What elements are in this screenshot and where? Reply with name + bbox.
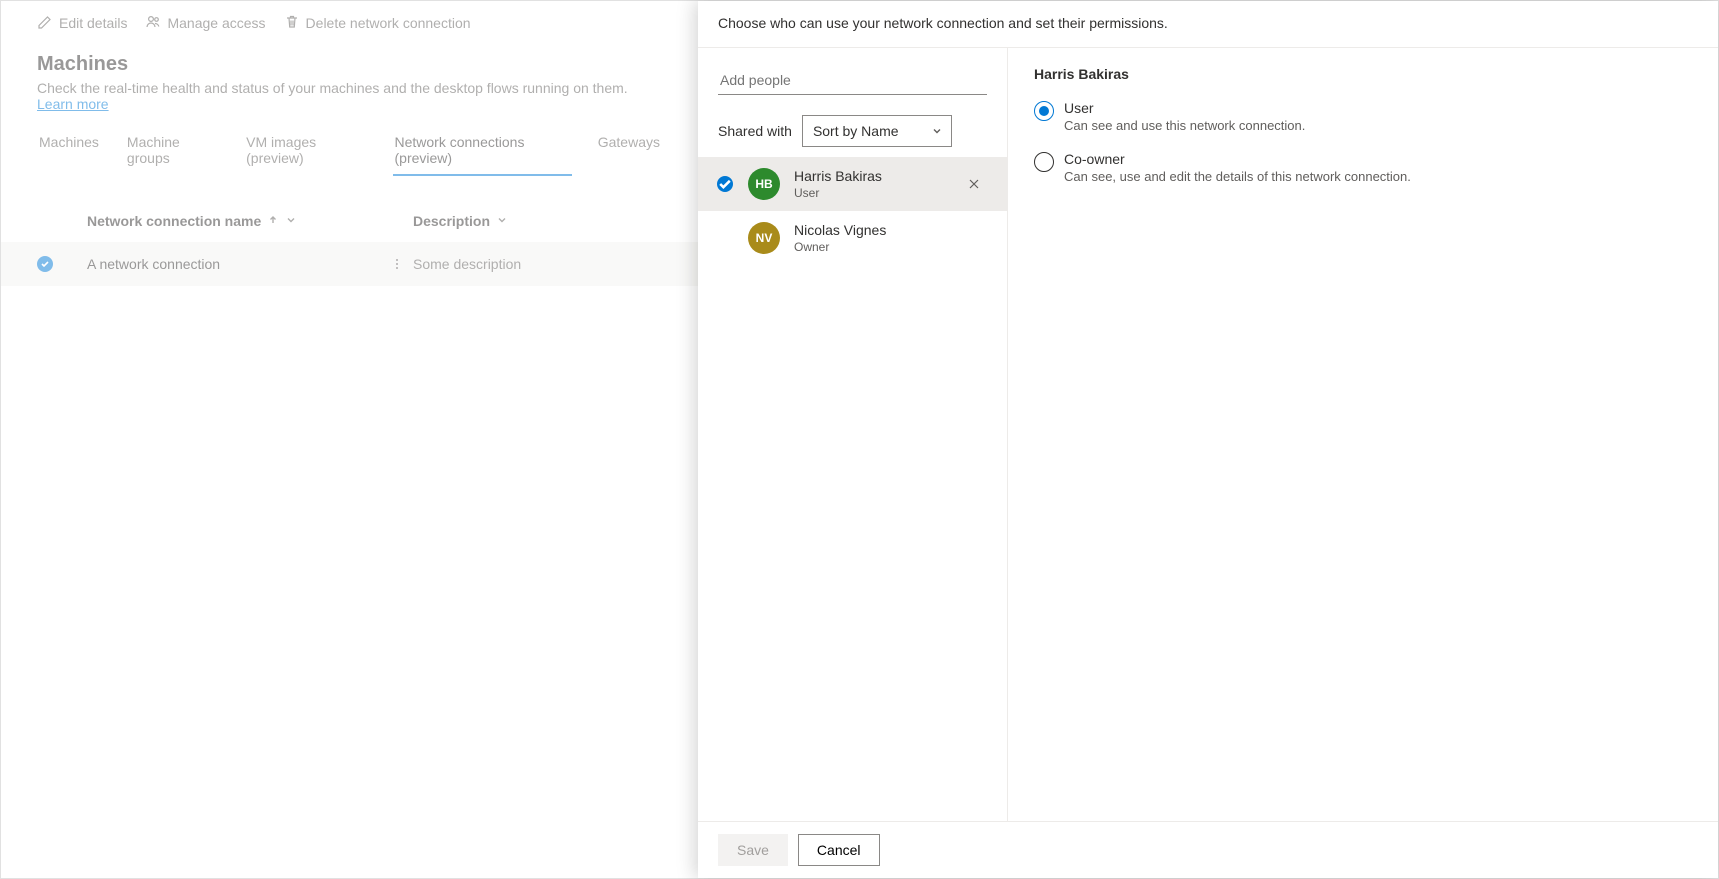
- tab-gateways[interactable]: Gateways: [596, 126, 662, 176]
- chevron-down-icon: [285, 213, 297, 229]
- permissions-title: Harris Bakiras: [1034, 66, 1692, 82]
- radio-icon: [1034, 101, 1054, 121]
- radio-icon: [1034, 152, 1054, 172]
- remove-person-icon[interactable]: [959, 178, 989, 190]
- chevron-down-icon: [931, 124, 943, 140]
- column-header-name[interactable]: Network connection name: [77, 213, 387, 229]
- permission-label: Co-owner: [1064, 151, 1411, 167]
- person-item-nicolas[interactable]: NV Nicolas Vignes Owner: [698, 211, 1007, 265]
- learn-more-link[interactable]: Learn more: [37, 96, 109, 112]
- command-bar: Edit details Manage access Delete networ…: [1, 1, 698, 45]
- manage-access-label: Manage access: [167, 15, 265, 31]
- page-description: Check the real-time health and status of…: [37, 80, 662, 112]
- cancel-button[interactable]: Cancel: [798, 834, 880, 866]
- chevron-down-icon: [496, 213, 508, 229]
- sort-dropdown[interactable]: Sort by Name: [802, 115, 952, 147]
- panel-header: Choose who can use your network connecti…: [698, 1, 1718, 48]
- people-icon: [145, 14, 161, 33]
- tab-network-connections[interactable]: Network connections (preview): [393, 126, 572, 176]
- person-role: Owner: [794, 239, 989, 255]
- trash-icon: [284, 14, 300, 33]
- save-button: Save: [718, 834, 788, 866]
- page-title: Machines: [37, 53, 662, 76]
- avatar: NV: [748, 222, 780, 254]
- delete-action[interactable]: Delete network connection: [284, 14, 471, 33]
- selected-check-icon: [717, 176, 733, 192]
- permission-label: User: [1064, 100, 1305, 116]
- add-people-input[interactable]: [718, 66, 987, 95]
- edit-pencil-icon: [37, 14, 53, 33]
- edit-details-action[interactable]: Edit details: [37, 14, 127, 33]
- sort-value: Sort by Name: [813, 123, 899, 139]
- permission-description: Can see, use and edit the details of thi…: [1064, 169, 1411, 184]
- permission-user[interactable]: User Can see and use this network connec…: [1034, 100, 1692, 133]
- manage-access-action[interactable]: Manage access: [145, 14, 265, 33]
- person-name: Harris Bakiras: [794, 167, 945, 185]
- tab-machines[interactable]: Machines: [37, 126, 101, 176]
- person-role: User: [794, 185, 945, 201]
- person-name: Nicolas Vignes: [794, 221, 989, 239]
- person-item-harris[interactable]: HB Harris Bakiras User: [698, 157, 1007, 211]
- sort-up-icon: [267, 213, 279, 229]
- row-description: Some description: [407, 256, 662, 272]
- manage-access-panel: Choose who can use your network connecti…: [698, 1, 1718, 878]
- delete-label: Delete network connection: [306, 15, 471, 31]
- row-selected-icon[interactable]: [37, 256, 53, 272]
- table-row[interactable]: A network connection Some description: [1, 242, 698, 286]
- permission-coowner[interactable]: Co-owner Can see, use and edit the detai…: [1034, 151, 1692, 184]
- table-header: Network connection name Description: [1, 200, 698, 242]
- avatar: HB: [748, 168, 780, 200]
- permission-description: Can see and use this network connection.: [1064, 118, 1305, 133]
- tabs: Machines Machine groups VM images (previ…: [37, 126, 662, 176]
- row-name: A network connection: [77, 256, 387, 272]
- edit-details-label: Edit details: [59, 15, 127, 31]
- shared-with-label: Shared with: [718, 123, 792, 139]
- column-header-description[interactable]: Description: [413, 213, 662, 229]
- tab-vm-images[interactable]: VM images (preview): [244, 126, 368, 176]
- tab-machine-groups[interactable]: Machine groups: [125, 126, 220, 176]
- row-more-icon[interactable]: [387, 257, 407, 271]
